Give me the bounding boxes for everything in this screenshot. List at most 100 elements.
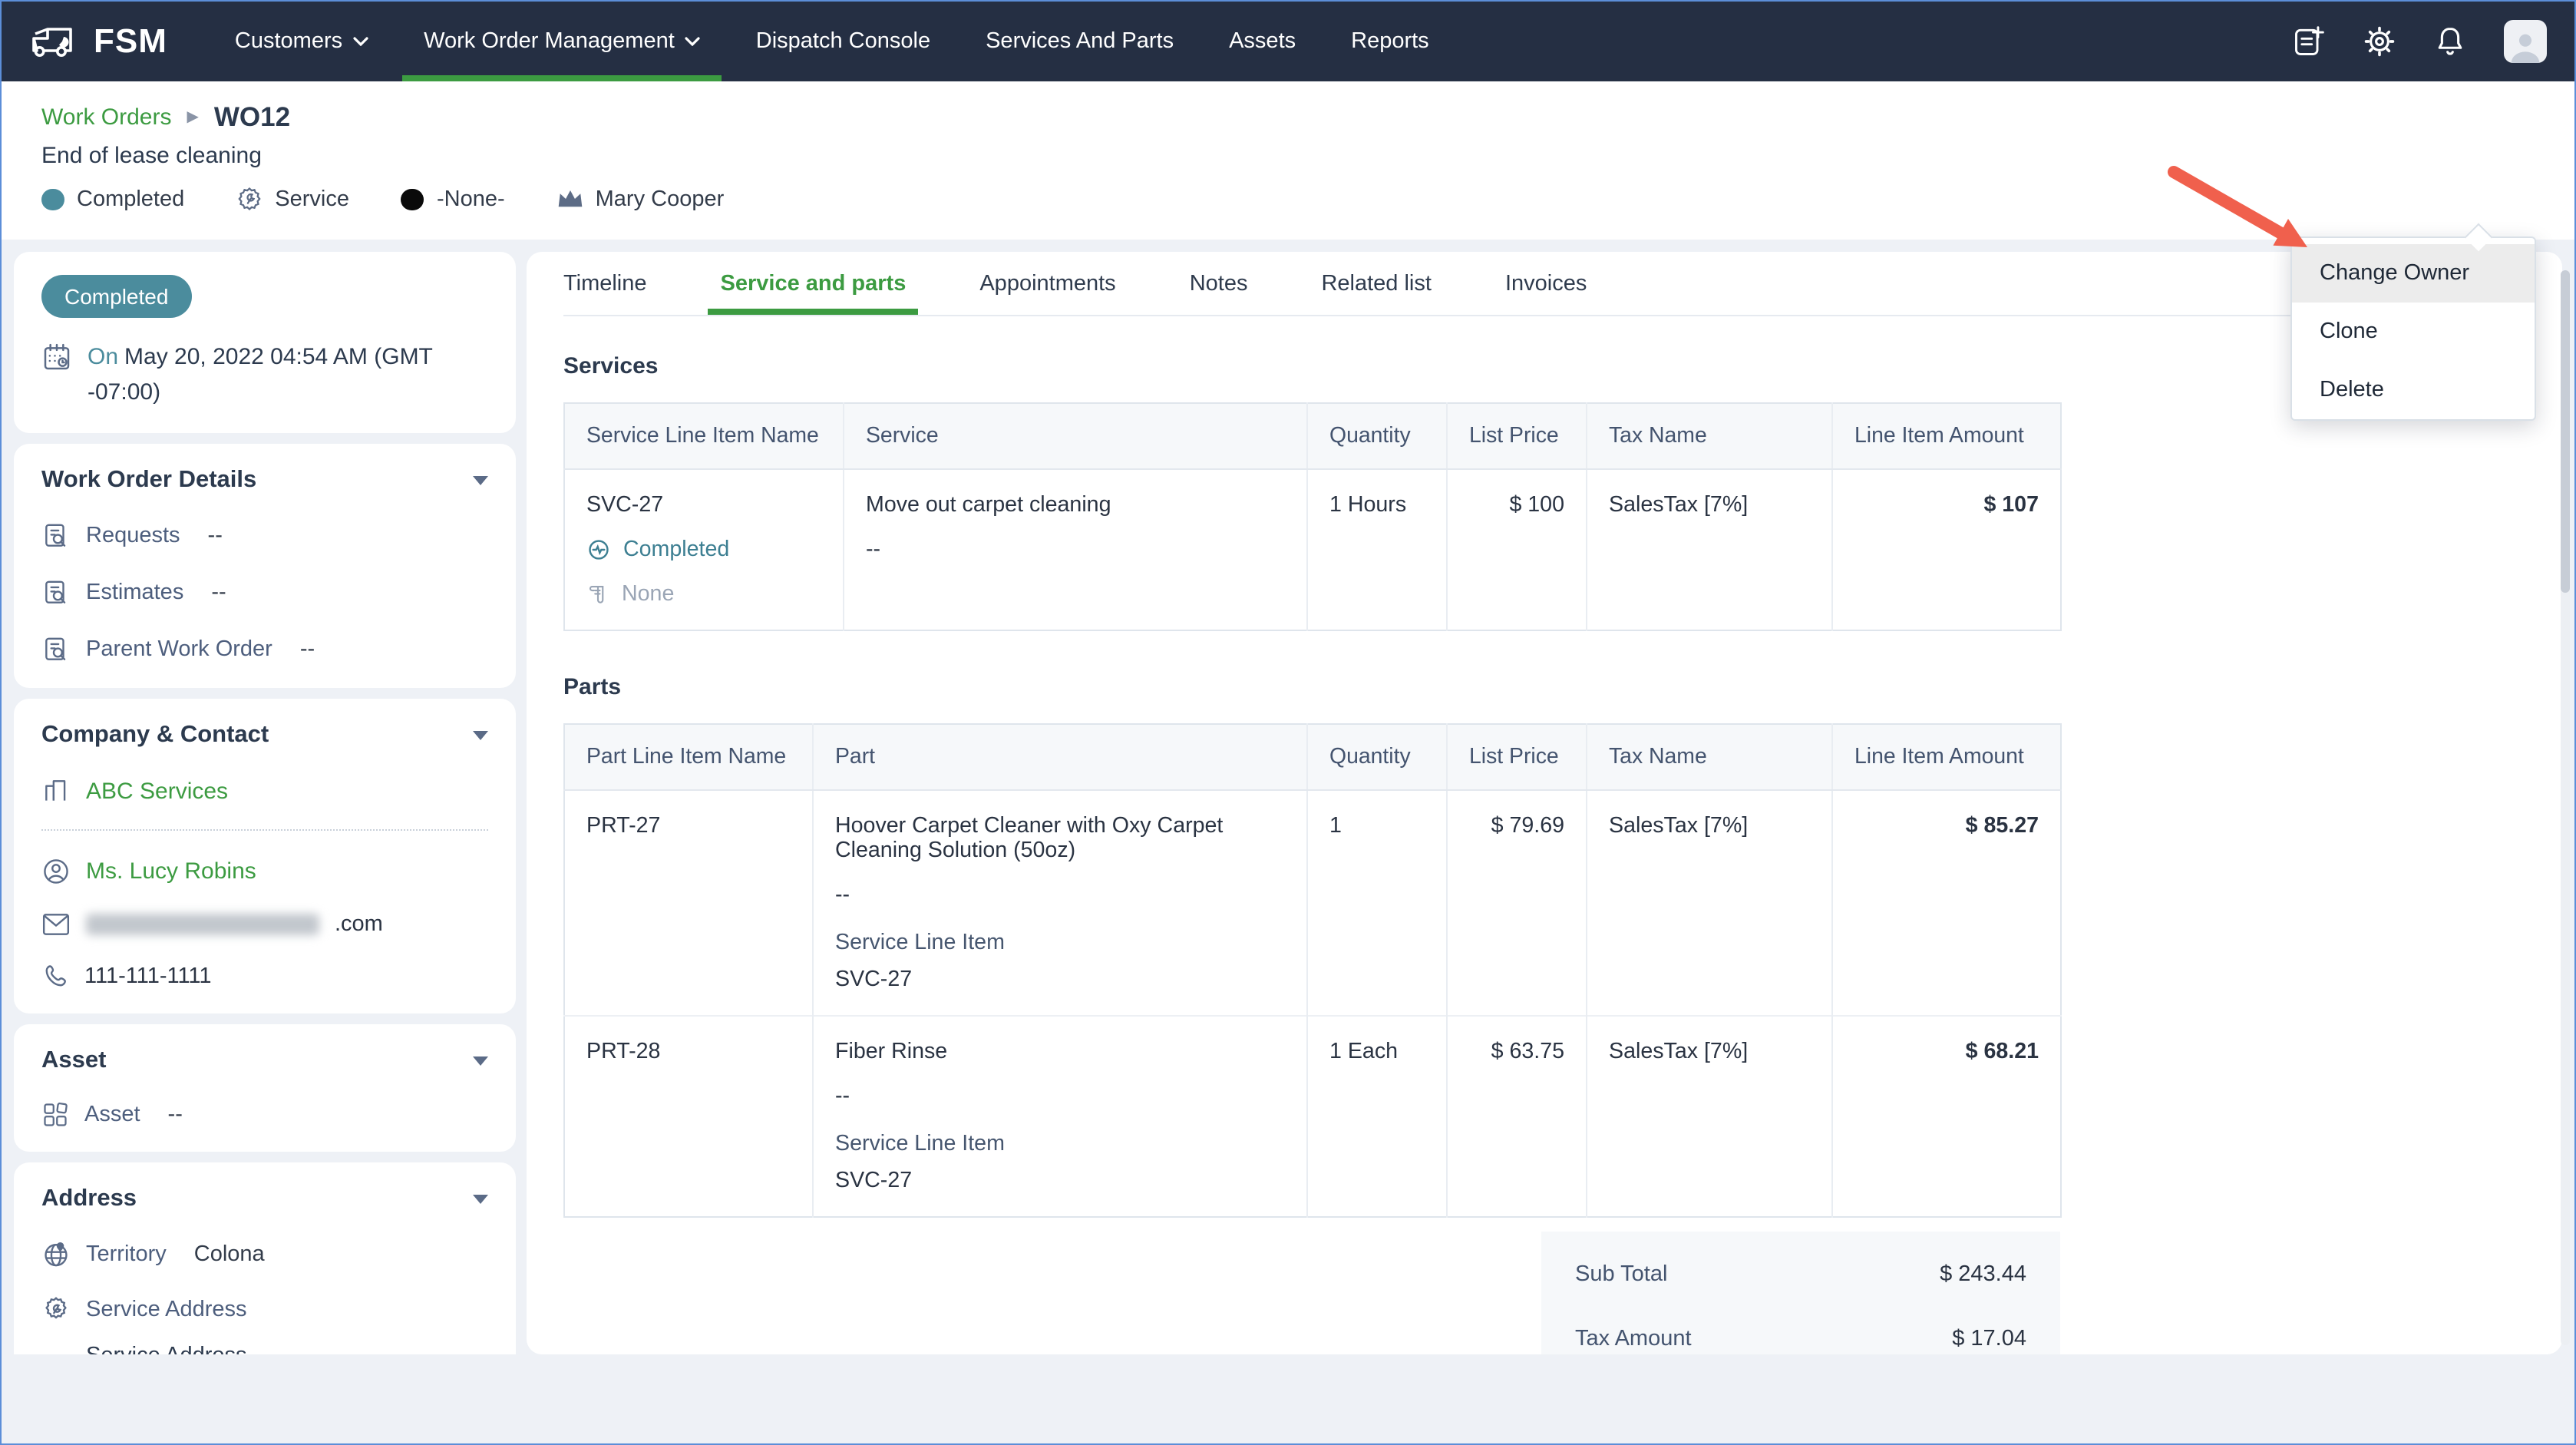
widget-title: Company & Contact: [41, 722, 269, 749]
part-tax: SalesTax [7%]: [1587, 790, 1832, 1016]
contact-link[interactable]: Ms. Lucy Robins: [86, 858, 256, 885]
col-service-line-item-name: Service Line Item Name: [564, 403, 844, 469]
detail-card: Timeline Service and parts Appointments …: [527, 252, 2562, 1354]
work-order-details-widget: Work Order Details Requests -- Estimates…: [14, 444, 516, 688]
nav-item-reports[interactable]: Reports: [1351, 2, 1429, 81]
menu-item-delete[interactable]: Delete: [2292, 361, 2535, 419]
line-item-status-icon: [586, 537, 611, 562]
parts-header-row: Part Line Item Name Part Quantity List P…: [564, 724, 2061, 790]
collapse-caret-icon[interactable]: [473, 731, 488, 740]
service-address-value-row: Service Address: [86, 1344, 488, 1354]
phone-icon: [41, 963, 69, 990]
part-quantity: 1: [1307, 790, 1447, 1016]
record-subtitle: End of lease cleaning: [41, 143, 2535, 169]
settings-icon[interactable]: [2363, 25, 2396, 58]
edit-dropdown-menu: Change Owner Clone Delete: [2290, 236, 2536, 421]
new-record-icon[interactable]: [2292, 25, 2326, 58]
tab-appointments[interactable]: Appointments: [979, 252, 1115, 315]
collapse-caret-icon[interactable]: [473, 476, 488, 485]
nav-item-dispatch-console[interactable]: Dispatch Console: [756, 2, 930, 81]
notifications-icon[interactable]: [2433, 25, 2467, 58]
service-address-value: Service Address: [86, 1344, 247, 1354]
part-line-item-name[interactable]: PRT-28: [564, 1016, 813, 1217]
tab-service-and-parts[interactable]: Service and parts: [721, 252, 907, 315]
services-table: Service Line Item Name Service Quantity …: [563, 402, 2062, 631]
asset-item: Asset --: [41, 1101, 488, 1129]
phone-item[interactable]: 111-111-1111: [41, 963, 488, 990]
nav-item-work-order-management[interactable]: Work Order Management: [424, 2, 701, 81]
service-line-item-name[interactable]: SVC-27: [586, 493, 821, 517]
tab-related-list[interactable]: Related list: [1321, 252, 1431, 315]
breadcrumb-work-orders-link[interactable]: Work Orders: [41, 104, 171, 131]
tab-invoices[interactable]: Invoices: [1505, 252, 1587, 315]
fsm-work-order-page: FSM Customers Work Order Management Disp…: [0, 0, 2576, 1445]
avatar[interactable]: [2504, 20, 2547, 63]
breadcrumb-chevron-icon: ▶: [187, 109, 198, 126]
breadcrumb: Work Orders ▶ WO12: [41, 101, 2535, 134]
service-sub: --: [866, 537, 1285, 562]
app-logo[interactable]: FSM: [29, 21, 167, 61]
widget-title: Asset: [41, 1047, 106, 1075]
service-type-icon: [236, 186, 263, 212]
col-service: Service: [844, 403, 1307, 469]
meta-type: Service: [236, 186, 349, 212]
estimates-item: Estimates --: [41, 577, 488, 608]
part-line-item-name[interactable]: PRT-27: [564, 790, 813, 1016]
parts-table: Part Line Item Name Part Quantity List P…: [563, 723, 2062, 1218]
status-badge: Completed: [41, 275, 191, 318]
vertical-scrollbar[interactable]: [2561, 270, 2570, 1345]
subtotal-row: Sub Total $ 243.44: [1575, 1262, 2026, 1287]
nav-item-customers[interactable]: Customers: [235, 2, 368, 81]
asset-link[interactable]: Asset: [84, 1103, 140, 1127]
email-item[interactable]: .com: [41, 912, 488, 937]
navbar-actions: [2292, 20, 2547, 63]
part-row: PRT-28 Fiber Rinse -- Service Line Item …: [564, 1016, 2061, 1217]
part-amount: $ 68.21: [1832, 1016, 2061, 1217]
collapse-caret-icon[interactable]: [473, 1195, 488, 1204]
service-line-item-substatus: None: [586, 582, 821, 607]
nav-item-assets[interactable]: Assets: [1229, 2, 1296, 81]
company-item: ABC Services: [41, 775, 488, 806]
nav-item-services-and-parts[interactable]: Services And Parts: [986, 2, 1174, 81]
record-id: WO12: [214, 101, 290, 134]
service-row: SVC-27 Completed None: [564, 469, 2061, 630]
territory-link[interactable]: Territory: [86, 1242, 167, 1266]
meta-owner: Mary Cooper: [557, 187, 725, 211]
email-suffix: .com: [335, 912, 383, 937]
col-list-price: List Price: [1447, 403, 1587, 469]
widget-title: Work Order Details: [41, 467, 256, 494]
service-line-item-label: Service Line Item: [835, 1132, 1285, 1156]
col-part-line-item-name: Part Line Item Name: [564, 724, 813, 790]
owner-crown-icon: [557, 187, 583, 210]
service-list-price: $ 100: [1447, 469, 1587, 630]
main-area: Completed OnMay 20, 2022 04:54 AM (GMT -…: [2, 240, 2574, 1367]
divider: [41, 829, 488, 831]
collapse-caret-icon[interactable]: [473, 1056, 488, 1066]
col-list-price: List Price: [1447, 724, 1587, 790]
service-amount: $ 107: [1832, 469, 2061, 630]
menu-item-clone[interactable]: Clone: [2292, 303, 2535, 361]
estimates-link[interactable]: Estimates: [86, 580, 183, 605]
completed-on-prefix: On: [88, 344, 118, 370]
tab-timeline[interactable]: Timeline: [563, 252, 647, 315]
col-tax-name: Tax Name: [1587, 403, 1832, 469]
service-address-link[interactable]: Service Address: [86, 1297, 247, 1321]
meta-status: Completed: [41, 187, 184, 211]
company-link[interactable]: ABC Services: [86, 778, 228, 804]
col-line-item-amount: Line Item Amount: [1832, 724, 2061, 790]
tab-notes[interactable]: Notes: [1190, 252, 1248, 315]
service-line-item-ref: SVC-27: [835, 967, 1285, 992]
lookup-doc-icon: [41, 634, 71, 665]
territory-globe-icon: [41, 1239, 71, 1268]
requests-link[interactable]: Requests: [86, 524, 180, 548]
contact-icon: [41, 857, 71, 886]
scrollbar-thumb[interactable]: [2561, 270, 2570, 593]
parent-work-order-item: Parent Work Order --: [41, 634, 488, 665]
part-name: Fiber Rinse: [835, 1040, 1285, 1064]
requests-value: --: [208, 524, 223, 548]
status-widget: Completed OnMay 20, 2022 04:54 AM (GMT -…: [14, 252, 516, 433]
parent-work-order-link[interactable]: Parent Work Order: [86, 637, 272, 662]
menu-item-change-owner[interactable]: Change Owner: [2292, 244, 2535, 303]
territory-value: Colona: [194, 1242, 265, 1266]
asset-grid-icon: [41, 1101, 69, 1129]
